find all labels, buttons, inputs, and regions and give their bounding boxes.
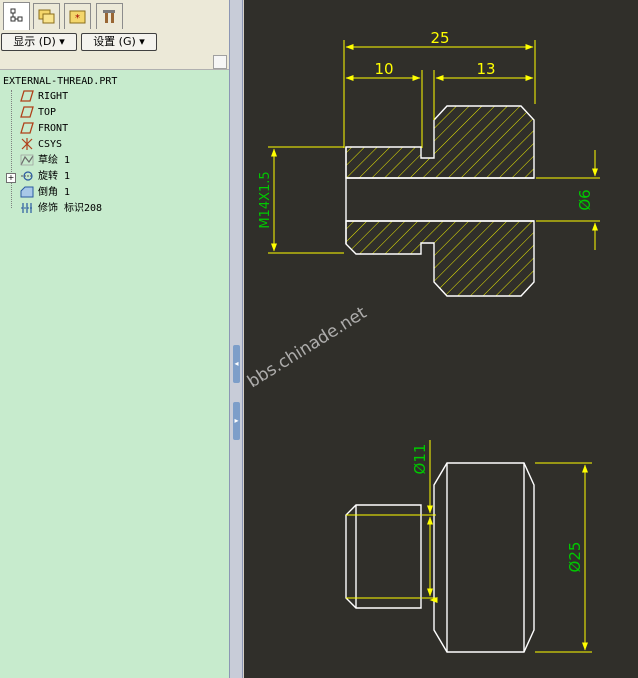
tree-item-front[interactable]: FRONT — [20, 121, 68, 137]
collapse-left-arrow[interactable]: ◂ — [233, 345, 240, 383]
tree-item-label: 倒角 1 — [38, 187, 71, 198]
settings-menu-button[interactable]: 设置 (G) ▾ — [81, 33, 157, 51]
datum-plane-icon — [20, 90, 34, 102]
dim-overall-length[interactable]: 25 — [430, 29, 449, 47]
column-toggle[interactable] — [213, 55, 227, 69]
tree-item-cosmetic[interactable]: 修饰 标识208 — [20, 201, 102, 217]
tree-item-chamfer[interactable]: 倒角 1 — [20, 185, 70, 201]
tree-item-label: RIGHT — [38, 91, 69, 102]
coordinate-system-icon — [21, 138, 33, 150]
tree-item-top[interactable]: TOP — [20, 105, 56, 121]
tab-favorites[interactable]: * — [64, 3, 91, 29]
tree-item-csys[interactable]: CSYS — [20, 137, 62, 153]
tree-item-sketch[interactable]: 草绘 1 — [20, 153, 70, 169]
cosmetic-icon — [21, 203, 33, 213]
tree-item-label: FRONT — [38, 123, 69, 134]
tree-item-label: 修饰 标识208 — [38, 203, 103, 214]
panel-splitter[interactable]: ◂ ▸ — [229, 0, 243, 678]
revolve-icon — [21, 171, 33, 181]
tree-item-label: 旋转 1 — [38, 171, 71, 182]
section-hatch-bottom — [345, 220, 535, 297]
tree-item-label: 草绘 1 — [38, 155, 71, 166]
watermark: bbs.chinade.net — [244, 303, 371, 392]
model-tree-panel: * 显示 (D) ▾ 设置 (G) ▾ EXTERNAL-THREAD.PRT … — [0, 0, 229, 678]
svg-text:*: * — [75, 13, 80, 24]
tree-root[interactable]: EXTERNAL-THREAD.PRT — [3, 76, 117, 87]
thread-portion — [345, 504, 422, 609]
tree-item-label: CSYS — [38, 139, 63, 150]
datum-plane-icon — [20, 106, 34, 118]
section-hatch-top — [345, 105, 535, 179]
model-tree-icon — [10, 8, 23, 22]
navigator-tabs: * — [0, 0, 229, 32]
tree-item-revolve[interactable]: 旋转 1 — [20, 169, 70, 185]
expand-right-arrow[interactable]: ▸ — [233, 402, 240, 440]
dim-head-length[interactable]: 13 — [476, 60, 495, 78]
sketch-icon — [20, 154, 34, 166]
side-dimension-lines — [430, 440, 588, 651]
favorites-icon: * — [69, 10, 86, 24]
dim-bore-diameter[interactable]: Ø6 — [576, 189, 594, 210]
dim-thread-diameter[interactable]: Ø11 — [411, 444, 429, 475]
section-view: 25 10 13 M14X1.5 Ø6 — [258, 29, 600, 297]
dim-thread-length[interactable]: 10 — [374, 60, 393, 78]
folder-browser-icon — [38, 9, 55, 24]
tree-button-row: 显示 (D) ▾ 设置 (G) ▾ — [0, 31, 229, 53]
head-portion — [433, 462, 535, 653]
tab-folder-browser[interactable] — [33, 3, 60, 29]
datum-plane-icon — [20, 122, 34, 134]
tab-model-tree[interactable] — [3, 2, 30, 30]
tree-guide-line — [11, 90, 12, 208]
tree-expander[interactable]: + — [6, 173, 16, 183]
dim-head-diameter[interactable]: Ø25 — [566, 542, 584, 573]
tree-item-right[interactable]: RIGHT — [20, 89, 68, 105]
side-view: Ø11 Ø25 — [345, 440, 592, 653]
dim-thread-callout[interactable]: M14X1.5 — [258, 171, 273, 228]
display-menu-button[interactable]: 显示 (D) ▾ — [1, 33, 77, 51]
tree-item-label: TOP — [38, 107, 57, 118]
connections-icon — [103, 10, 115, 23]
tab-connections[interactable] — [96, 3, 123, 29]
tree-column-header — [0, 53, 229, 70]
chamfer-icon — [20, 186, 34, 198]
drawing-view: 25 10 13 M14X1.5 Ø6 Ø11 Ø25 bbs.chinade.… — [244, 29, 600, 653]
